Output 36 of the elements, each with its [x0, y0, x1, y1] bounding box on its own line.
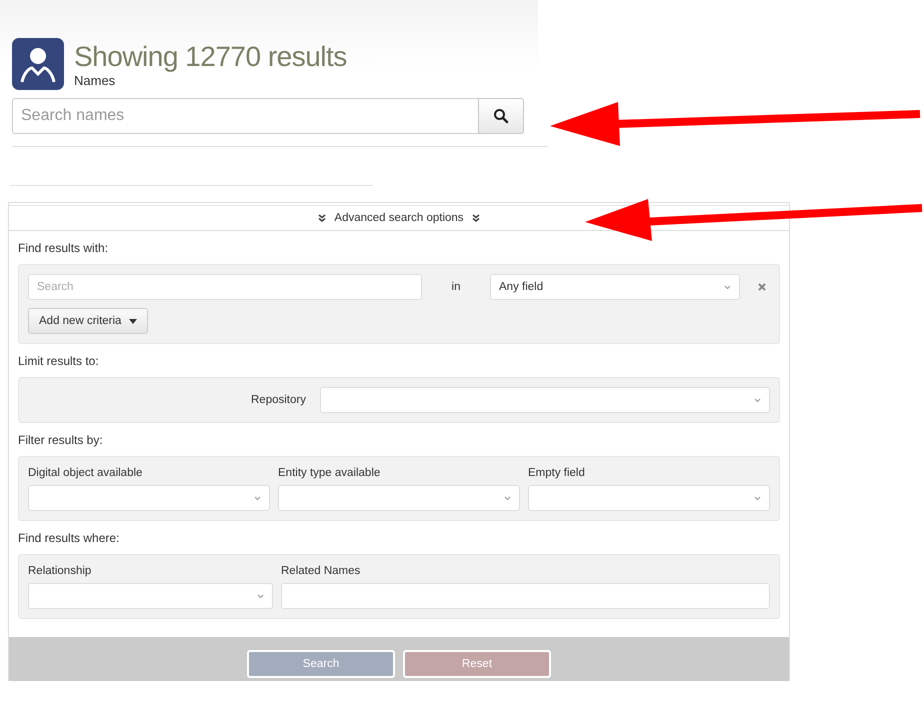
chevron-down-icon — [754, 398, 761, 402]
criteria-search-field[interactable]: Search — [28, 274, 422, 300]
page-subtitle: Names — [74, 72, 116, 88]
chevron-down-icon — [504, 496, 511, 500]
search-icon — [493, 108, 509, 124]
add-criteria-button[interactable]: Add new criteria — [28, 308, 148, 334]
related-names-field[interactable] — [281, 583, 770, 609]
section-heading: Find results with: — [18, 241, 110, 255]
in-label: in — [450, 281, 462, 293]
filter-select[interactable] — [278, 485, 520, 511]
chevron-down-icon — [254, 496, 261, 500]
search-button[interactable] — [478, 98, 524, 134]
relation-label: Relationship — [28, 565, 92, 577]
filter-label: Empty field — [528, 467, 586, 479]
filter-select[interactable] — [528, 485, 770, 511]
page-title: Showing 12770 results — [74, 40, 347, 72]
repository-label: Repository — [251, 394, 306, 406]
section-heading: Find results where: — [18, 531, 120, 545]
filter-label: Entity type available — [278, 467, 382, 479]
section-heading: Filter results by: — [18, 433, 104, 447]
person-icon — [12, 38, 64, 90]
remove-icon[interactable] — [758, 283, 766, 291]
relationship-select[interactable] — [28, 583, 273, 609]
chevron-down-icon — [754, 496, 761, 500]
relation-label: Related Names — [281, 565, 362, 577]
field-select[interactable]: Any field — [490, 274, 740, 300]
double-chevron-icon — [318, 214, 326, 222]
section-heading: Limit results to: — [18, 354, 100, 368]
double-chevron-icon — [472, 214, 480, 222]
search-field[interactable]: Search names — [12, 98, 478, 134]
chevron-down-icon — [724, 284, 731, 290]
filter-label: Digital object available — [28, 467, 144, 479]
caret-icon — [129, 318, 138, 324]
repository-select[interactable] — [320, 387, 770, 413]
chevron-down-icon — [257, 594, 264, 598]
filter-select[interactable] — [28, 485, 270, 511]
